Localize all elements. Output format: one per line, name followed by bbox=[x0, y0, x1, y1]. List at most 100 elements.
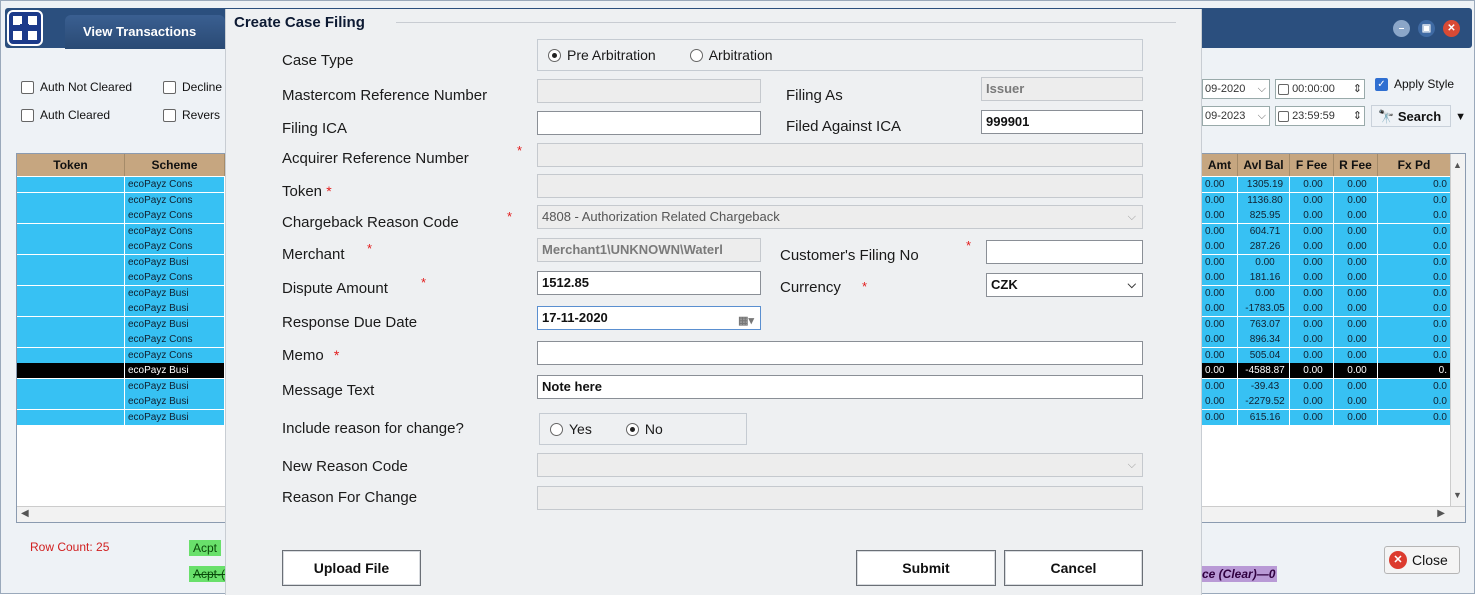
close-window-icon[interactable]: ✕ bbox=[1443, 20, 1460, 37]
memo-input[interactable] bbox=[537, 341, 1143, 365]
submit-button[interactable]: Submit bbox=[856, 550, 996, 586]
column-header-scheme[interactable]: Scheme bbox=[125, 154, 225, 176]
include-reason-radio-group: Yes No bbox=[539, 413, 747, 445]
cell-f-fee: 0.00 bbox=[1290, 301, 1334, 316]
currency-select[interactable]: CZK ⌵ bbox=[986, 273, 1143, 297]
chevron-down-icon[interactable]: ⌵ bbox=[1258, 80, 1266, 98]
cell-token bbox=[17, 254, 125, 270]
required-marker: * bbox=[367, 241, 373, 256]
chevron-down-icon[interactable]: ⌵ bbox=[1128, 206, 1136, 228]
radio-pre-arbitration[interactable]: Pre Arbitration bbox=[548, 47, 656, 63]
message-text-input[interactable]: Note here bbox=[537, 375, 1143, 399]
cell-token bbox=[17, 208, 125, 223]
cell-token bbox=[17, 239, 125, 254]
column-header-avl-bal[interactable]: Avl Bal bbox=[1238, 154, 1290, 176]
customer-filing-input[interactable] bbox=[986, 240, 1143, 264]
cell-amt: 0.00 bbox=[1202, 363, 1238, 378]
restore-icon[interactable]: ▣ bbox=[1418, 20, 1435, 37]
minimize-icon[interactable]: – bbox=[1393, 20, 1410, 37]
cell-amt: 0.00 bbox=[1202, 285, 1238, 301]
acquirer-reference-input[interactable] bbox=[537, 143, 1143, 167]
cell-r-fee: 0.00 bbox=[1334, 378, 1378, 394]
calendar-icon[interactable]: ▦▾ bbox=[738, 310, 754, 329]
filed-against-ica-input[interactable]: 999901 bbox=[981, 110, 1143, 134]
cell-fx-pd: 0.0 bbox=[1378, 254, 1451, 270]
chevron-down-icon[interactable]: ⌵ bbox=[1258, 107, 1266, 125]
reason-for-change-input[interactable] bbox=[537, 486, 1143, 510]
checkbox[interactable] bbox=[1278, 83, 1289, 95]
to-date-picker[interactable]: 09-2023 ⌵ bbox=[1202, 106, 1270, 126]
cell-avl-bal: 0.00 bbox=[1238, 254, 1290, 270]
radio-no[interactable]: No bbox=[625, 421, 663, 437]
cell-r-fee: 0.00 bbox=[1334, 254, 1378, 270]
radio-label: No bbox=[644, 421, 663, 437]
chargeback-reason-select[interactable]: 4808 - Authorization Related Chargeback … bbox=[537, 205, 1143, 229]
column-header-f-fee[interactable]: F Fee bbox=[1290, 154, 1334, 176]
dispute-amount-input[interactable]: 1512.85 bbox=[537, 271, 761, 295]
memo-label-text: Memo bbox=[282, 347, 324, 364]
radio-button[interactable] bbox=[689, 48, 703, 62]
checkbox[interactable] bbox=[1278, 110, 1289, 122]
close-button[interactable]: ✕ Close bbox=[1384, 546, 1460, 574]
checkbox[interactable] bbox=[21, 108, 34, 122]
response-due-value: 17-11-2020 bbox=[542, 310, 608, 325]
cell-amt: 0.00 bbox=[1202, 394, 1238, 409]
tab-view-transactions[interactable]: View Transactions bbox=[65, 15, 225, 49]
radio-button-selected[interactable] bbox=[548, 48, 561, 62]
column-header-amt[interactable]: Amt bbox=[1202, 154, 1238, 176]
column-header-fx-pd[interactable]: Fx Pd bbox=[1378, 154, 1451, 176]
radio-label: Pre Arbitration bbox=[567, 47, 656, 63]
radio-button-selected[interactable] bbox=[625, 422, 639, 436]
cell-token bbox=[17, 409, 125, 425]
scroll-up-icon[interactable]: ▲ bbox=[1453, 160, 1462, 170]
app-window: View Transactions – ▣ ✕ Auth Not Cleared… bbox=[0, 0, 1475, 595]
cell-avl-bal: 287.26 bbox=[1238, 239, 1290, 254]
to-time-picker[interactable]: 23:59:59 ⇕ bbox=[1275, 106, 1365, 126]
upload-file-button[interactable]: Upload File bbox=[282, 550, 421, 586]
filing-ica-input[interactable] bbox=[537, 111, 761, 135]
required-marker: * bbox=[862, 279, 868, 294]
filter-label: Revers bbox=[182, 108, 221, 122]
checkbox[interactable] bbox=[163, 80, 176, 94]
chargeback-reason-value: 4808 - Authorization Related Chargeback bbox=[542, 209, 780, 224]
close-label: Close bbox=[1412, 552, 1448, 568]
from-date-picker[interactable]: 09-2020 ⌵ bbox=[1202, 79, 1270, 99]
cell-f-fee: 0.00 bbox=[1290, 223, 1334, 239]
chevron-down-icon[interactable]: ⌵ bbox=[1128, 274, 1136, 296]
merchant-input[interactable]: Merchant1\UNKNOWN\Waterl bbox=[537, 238, 761, 262]
vertical-scrollbar[interactable]: ▲ ▼ bbox=[1450, 154, 1465, 506]
cell-amt: 0.00 bbox=[1202, 378, 1238, 394]
chevron-down-icon[interactable]: ⌵ bbox=[1128, 454, 1136, 476]
radio-arbitration[interactable]: Arbitration bbox=[689, 47, 773, 63]
cancel-button[interactable]: Cancel bbox=[1004, 550, 1143, 586]
cell-scheme: ecoPayz Busi bbox=[125, 254, 225, 270]
filter-decline[interactable]: Decline bbox=[163, 80, 222, 94]
checkbox[interactable] bbox=[21, 80, 34, 94]
scroll-down-icon[interactable]: ▼ bbox=[1453, 490, 1462, 500]
column-header-r-fee[interactable]: R Fee bbox=[1334, 154, 1378, 176]
dropdown-arrow-icon[interactable]: ▼ bbox=[1455, 106, 1466, 128]
spinner-icon[interactable]: ⇕ bbox=[1353, 107, 1362, 125]
filing-as-input[interactable]: Issuer bbox=[981, 77, 1143, 101]
filter-auth-cleared[interactable]: Auth Cleared bbox=[21, 108, 110, 122]
apply-style-label: Apply Style bbox=[1394, 77, 1455, 91]
cell-fx-pd: 0. bbox=[1378, 363, 1451, 378]
mastercom-reference-input[interactable] bbox=[537, 79, 761, 103]
token-input[interactable] bbox=[537, 174, 1143, 198]
filter-reversal[interactable]: Revers bbox=[163, 108, 220, 122]
new-reason-code-select[interactable]: ⌵ bbox=[537, 453, 1143, 477]
response-due-date-picker[interactable]: 17-11-2020 ▦▾ bbox=[537, 306, 761, 330]
scroll-left-icon[interactable]: ◀ bbox=[21, 508, 29, 519]
search-button[interactable]: 🔭 Search ▼ bbox=[1371, 105, 1466, 127]
checkbox-checked[interactable]: ✓ bbox=[1375, 77, 1388, 91]
checkbox[interactable] bbox=[163, 108, 176, 122]
from-time-picker[interactable]: 00:00:00 ⇕ bbox=[1275, 79, 1365, 99]
radio-yes[interactable]: Yes bbox=[550, 421, 592, 437]
filter-auth-not-cleared[interactable]: Auth Not Cleared bbox=[21, 80, 132, 94]
scroll-right-icon[interactable]: ▶ bbox=[1437, 508, 1445, 519]
spinner-icon[interactable]: ⇕ bbox=[1353, 80, 1362, 98]
radio-button[interactable] bbox=[550, 422, 563, 436]
filed-against-ica-label: Filed Against ICA bbox=[786, 118, 902, 135]
apply-style-option[interactable]: ✓ Apply Style bbox=[1375, 77, 1454, 91]
column-header-token[interactable]: Token bbox=[17, 154, 125, 176]
